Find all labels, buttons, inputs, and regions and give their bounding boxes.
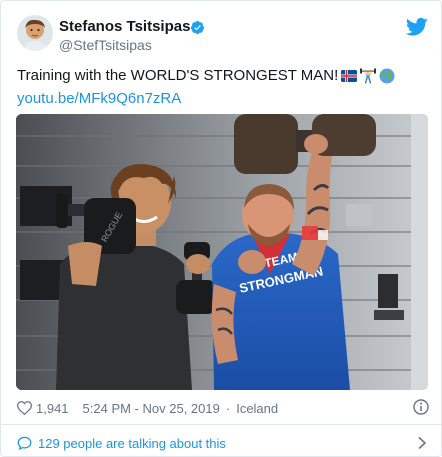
iceland-flag-icon: [341, 70, 358, 82]
weightlifter-icon: [360, 68, 377, 84]
tweet-card: Stefanos Tsitsipas @StefTsitsipas Traini…: [0, 0, 442, 457]
globe-icon: [379, 68, 395, 84]
avatar[interactable]: [17, 15, 53, 51]
author-name[interactable]: Stefanos Tsitsipas: [59, 18, 190, 36]
info-icon[interactable]: [413, 399, 429, 415]
divider: [1, 424, 442, 425]
tweet-text-row: Training with the WORLD'S STRONGEST MAN!: [17, 65, 395, 87]
author-handle[interactable]: @StefTsitsipas: [59, 37, 152, 53]
tweet-meta: 1,941 5:24 PM - Nov 25, 2019 · Iceland: [17, 398, 429, 418]
tweet-text: Training with the WORLD'S STRONGEST MAN!: [17, 67, 339, 84]
tweet-timestamp[interactable]: 5:24 PM - Nov 25, 2019: [83, 401, 220, 416]
twitter-logo-icon[interactable]: [406, 17, 428, 37]
conversation-label[interactable]: 129 people are talking about this: [38, 436, 226, 451]
comment-bubble-icon: [17, 436, 32, 450]
heart-icon[interactable]: [17, 401, 32, 415]
tweet-location[interactable]: Iceland: [236, 401, 278, 416]
chevron-right-icon[interactable]: [417, 436, 427, 450]
verified-badge-icon: [190, 20, 205, 35]
conversation-link[interactable]: 129 people are talking about this: [17, 434, 429, 452]
separator: ·: [225, 400, 231, 416]
like-count[interactable]: 1,941: [36, 401, 69, 416]
youtube-link[interactable]: youtu.be/MFk9Q6n7zRA: [17, 89, 181, 109]
tweet-photo[interactable]: ROGUE TEAM STRONGMAN: [16, 114, 428, 390]
